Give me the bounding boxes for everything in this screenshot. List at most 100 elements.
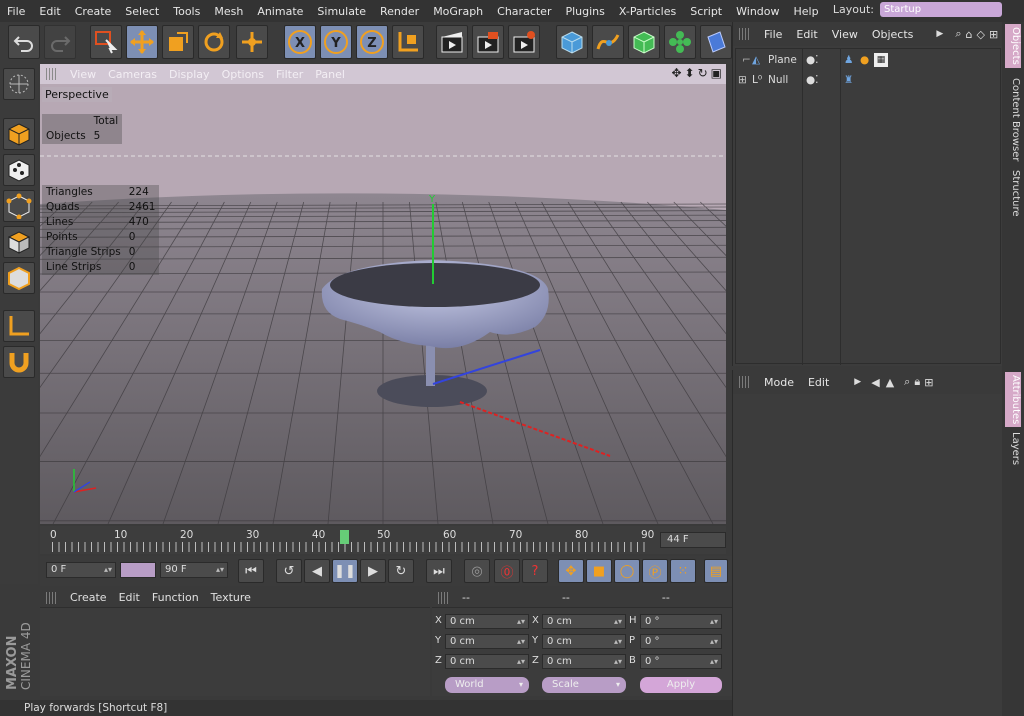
coord-pos-y-field[interactable]: 0 cm ▴▾ [445, 634, 529, 649]
search-icon[interactable]: ⌕ [955, 27, 961, 41]
stepper-icon[interactable]: ▴▾ [517, 635, 525, 648]
start-frame-field[interactable]: 0 F ▴▾ [46, 562, 116, 578]
coord-rot-p-field[interactable]: 0 ° ▴▾ [640, 634, 722, 649]
z-axis-lock-button[interactable]: Z [356, 25, 388, 59]
tab-content-browser[interactable]: Content Browser [1005, 78, 1021, 161]
menu-mograph[interactable]: MoGraph [426, 5, 490, 18]
edit-render-settings-button[interactable] [508, 25, 540, 59]
material-grip[interactable] [46, 591, 58, 604]
menu-window[interactable]: Window [729, 5, 786, 18]
stepper-icon[interactable]: ▴▾ [517, 615, 525, 628]
filter-icon[interactable]: ◇ [976, 28, 984, 41]
search-icon[interactable]: ⌕ [904, 375, 910, 389]
menu-simulate[interactable]: Simulate [310, 5, 373, 18]
object-menu-file[interactable]: File [757, 28, 789, 41]
stepper-icon[interactable]: ▴▾ [517, 655, 525, 668]
scale-dropdown[interactable]: Scale ▾ [542, 677, 626, 693]
spline-button[interactable] [592, 25, 624, 59]
preview-range-slider[interactable] [120, 562, 156, 578]
pause-button[interactable]: ❚❚ [332, 559, 358, 583]
stepper-icon[interactable]: ▴▾ [710, 635, 718, 648]
coordinate-system-button[interactable] [392, 25, 424, 59]
layout-dropdown[interactable]: Startup [880, 2, 1002, 17]
redo-button[interactable] [44, 25, 76, 59]
lock-icon[interactable]: 🔒︎ [914, 375, 920, 389]
world-dropdown[interactable]: World ▾ [445, 677, 529, 693]
key-parameter-button[interactable]: Ⓟ [642, 559, 668, 583]
loop-back-button[interactable]: ↺ [276, 559, 302, 583]
menu-mesh[interactable]: Mesh [207, 5, 250, 18]
attribute-grip[interactable] [739, 376, 751, 388]
object-menu-edit[interactable]: Edit [789, 28, 824, 41]
coord-pos-x-field[interactable]: 0 cm ▴▾ [445, 614, 529, 629]
menu-tools[interactable]: Tools [166, 5, 207, 18]
object-list[interactable]: ⌐ ◭ Plane ●⁚ ♟ ● ▦ ⊞ L⁰ Null ●⁚ ♜ [735, 48, 1001, 365]
object-name[interactable]: Plane [768, 51, 797, 69]
material-menu-texture[interactable]: Texture [205, 591, 257, 604]
viewport-menu-filter[interactable]: Filter [270, 68, 309, 81]
points-mode-button[interactable] [3, 190, 35, 222]
menu-arrow-icon[interactable]: ▶ [936, 29, 943, 39]
key-position-button[interactable]: ✥ [558, 559, 584, 583]
viewport-menu-view[interactable]: View [64, 68, 102, 81]
viewport-grip[interactable] [46, 68, 58, 80]
texture-mode-button[interactable] [3, 154, 35, 186]
coord-rot-b-field[interactable]: 0 ° ▴▾ [640, 654, 722, 669]
go-to-end-button[interactable]: ⏭ [426, 559, 452, 583]
coord-size-y-field[interactable]: 0 cm ▴▾ [542, 634, 626, 649]
tab-layers[interactable]: Layers [1005, 432, 1021, 465]
new-window-icon[interactable]: ⊞ [989, 28, 998, 41]
stepper-icon[interactable]: ▴▾ [614, 655, 622, 668]
object-menu-objects[interactable]: Objects [865, 28, 921, 41]
tab-structure[interactable]: Structure [1005, 170, 1021, 217]
menu-arrow-icon[interactable]: ▶ [854, 377, 861, 387]
menu-edit[interactable]: Edit [32, 5, 67, 18]
render-picture-viewer-button[interactable] [472, 25, 504, 59]
coord-rot-h-field[interactable]: 0 ° ▴▾ [640, 614, 722, 629]
polygons-mode-button[interactable] [3, 226, 35, 258]
expand-icon[interactable]: ⊞ [738, 71, 747, 89]
current-frame-field[interactable]: 44 F [660, 532, 726, 548]
cloner-button[interactable] [664, 25, 696, 59]
texture-tag-icon[interactable]: ▦ [874, 53, 888, 67]
collider-tag-icon[interactable]: ♜ [844, 71, 853, 89]
menu-render[interactable]: Render [373, 5, 426, 18]
visibility-dots-icon[interactable]: ●⁚ [806, 51, 819, 69]
go-to-start-button[interactable]: ⏮ [238, 559, 264, 583]
object-row[interactable]: ⊞ L⁰ Null ●⁚ ♜ [736, 71, 1000, 89]
coord-pos-z-field[interactable]: 0 cm ▴▾ [445, 654, 529, 669]
visibility-dots-icon[interactable]: ●⁚ [806, 71, 819, 89]
object-name[interactable]: Null [768, 71, 788, 89]
y-axis-lock-button[interactable]: Y [320, 25, 352, 59]
viewport[interactable]: Y Perspective Total Objects 5 Triangles 22… [40, 84, 726, 524]
attribute-menu-edit[interactable]: Edit [801, 376, 836, 389]
maximize-icon[interactable]: ▣ [711, 66, 722, 80]
apply-button[interactable]: Apply [640, 677, 722, 693]
live-selection-button[interactable] [90, 25, 122, 59]
end-frame-field[interactable]: 90 F ▴▾ [160, 562, 228, 578]
menu-create[interactable]: Create [68, 5, 119, 18]
autokey-button[interactable]: ⓪ [494, 559, 520, 583]
timeline[interactable]: 0 10 20 30 40 50 60 70 80 90 44 F [40, 526, 726, 554]
viewport-menu-cameras[interactable]: Cameras [102, 68, 163, 81]
model-mode-button[interactable] [3, 118, 35, 150]
menu-character[interactable]: Character [490, 5, 558, 18]
viewport-menu-options[interactable]: Options [216, 68, 270, 81]
x-axis-lock-button[interactable]: X [284, 25, 316, 59]
menu-file[interactable]: File [0, 5, 32, 18]
stepper-icon[interactable]: ▴▾ [710, 655, 718, 668]
material-menu-create[interactable]: Create [64, 591, 113, 604]
stepper-icon[interactable]: ▴▾ [710, 615, 718, 628]
step-back-button[interactable]: ◀ [304, 559, 330, 583]
scale-tool-button[interactable] [162, 25, 194, 59]
make-editable-button[interactable] [3, 68, 35, 100]
stepper-icon[interactable]: ▴▾ [216, 563, 224, 577]
menu-select[interactable]: Select [118, 5, 166, 18]
viewport-menu-panel[interactable]: Panel [309, 68, 351, 81]
magnet-button[interactable] [3, 346, 35, 378]
orbit-icon[interactable]: ↻ [698, 66, 708, 80]
key-pla-button[interactable]: ⁙ [670, 559, 696, 583]
move-multi-button[interactable] [236, 25, 268, 59]
material-menu-edit[interactable]: Edit [113, 591, 146, 604]
coordinate-grip[interactable] [438, 591, 450, 604]
